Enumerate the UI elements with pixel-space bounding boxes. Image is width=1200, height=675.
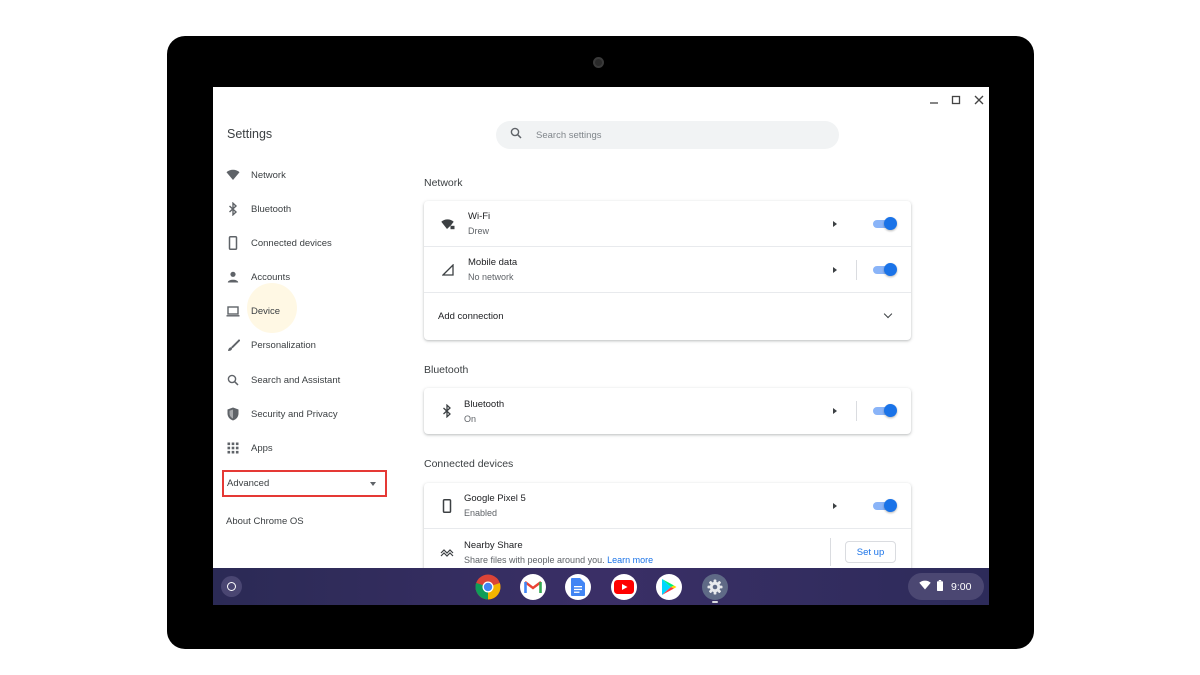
docs-icon[interactable]	[565, 574, 591, 600]
gmail-icon[interactable]	[520, 574, 546, 600]
active-app-indicator	[712, 601, 718, 603]
page-title: Settings	[227, 127, 273, 141]
play-store-icon[interactable]	[656, 574, 682, 600]
launcher-icon	[227, 582, 236, 591]
sidebar-item-label: Network	[251, 169, 286, 181]
search-input[interactable]	[536, 129, 796, 141]
sidebar-item-personalization[interactable]: Personalization	[225, 335, 390, 355]
sidebar-item-label: Security and Privacy	[251, 408, 338, 420]
nearby-setup-button[interactable]: Set up	[845, 541, 896, 563]
phone-icon	[440, 498, 454, 513]
chevron-down-icon	[883, 309, 893, 319]
add-connection-label: Add connection	[438, 310, 504, 322]
nearby-share-label: Nearby Share	[464, 539, 523, 551]
brush-icon	[225, 337, 241, 353]
network-section-title: Network	[424, 177, 463, 189]
youtube-icon[interactable]	[611, 574, 637, 600]
bluetooth-card: Bluetooth On	[424, 388, 911, 434]
wifi-row[interactable]: Wi-Fi Drew	[424, 201, 911, 247]
sidebar-item-label: Search and Assistant	[251, 374, 341, 386]
sidebar-item-security-and-privacy[interactable]: Security and Privacy	[225, 404, 390, 424]
settings-icon[interactable]	[702, 574, 728, 600]
bluetooth-icon	[440, 404, 454, 418]
arrow-right-icon[interactable]	[833, 220, 837, 227]
add-connection-row[interactable]: Add connection	[424, 293, 911, 339]
battery-icon	[937, 579, 943, 594]
bluetooth-row[interactable]: Bluetooth On	[424, 388, 911, 434]
divider	[856, 401, 857, 421]
nearby-description-text: Share files with people around you.	[464, 554, 605, 565]
search-icon	[225, 372, 241, 388]
pixel-toggle[interactable]	[873, 498, 897, 512]
chrome-icon[interactable]	[475, 574, 501, 600]
divider	[830, 538, 831, 566]
bluetooth-icon	[225, 201, 241, 217]
pixel-label: Google Pixel 5	[464, 493, 526, 504]
caret-down-icon	[370, 482, 376, 486]
bluetooth-status: On	[464, 413, 477, 424]
phone-icon	[225, 235, 241, 251]
sidebar-item-label: Bluetooth	[251, 203, 292, 215]
search-icon	[510, 126, 522, 144]
sidebar-item-label: Accounts	[251, 271, 291, 283]
wifi-icon	[225, 167, 241, 183]
wifi-label: Wi-Fi	[468, 211, 491, 222]
connected-devices-section-title: Connected devices	[424, 458, 514, 470]
settings-window: Settings Network Bluetooth Connected dev…	[213, 87, 989, 605]
close-icon[interactable]	[970, 91, 988, 109]
sidebar-item-accounts[interactable]: Accounts	[225, 267, 390, 287]
sidebar-item-search-and-assistant[interactable]: Search and Assistant	[225, 370, 390, 390]
person-icon	[225, 269, 241, 285]
divider	[856, 260, 857, 280]
wifi-status: Drew	[468, 226, 490, 236]
pixel-row[interactable]: Google Pixel 5 Enabled	[424, 483, 911, 529]
nearby-share-description: Share files with people around you. Lear…	[464, 555, 653, 565]
advanced-label: Advanced	[227, 478, 270, 489]
clock: 9:00	[951, 580, 972, 593]
sidebar-item-about[interactable]: About Chrome OS	[226, 516, 304, 527]
sidebar-item-network[interactable]: Network	[225, 165, 390, 185]
sidebar-item-device[interactable]: Device	[225, 301, 390, 321]
mobile-data-label: Mobile data	[468, 257, 518, 268]
bluetooth-section-title: Bluetooth	[424, 364, 469, 376]
sidebar-item-label: Connected devices	[251, 237, 332, 249]
signal-icon	[441, 263, 455, 277]
wifi-toggle[interactable]	[873, 216, 897, 230]
apps-grid-icon	[225, 440, 241, 456]
shelf: 9:00	[213, 568, 989, 605]
bluetooth-label: Bluetooth	[464, 398, 505, 410]
maximize-icon[interactable]	[947, 91, 965, 109]
launcher-button[interactable]	[221, 576, 242, 597]
status-tray[interactable]: 9:00	[908, 573, 984, 600]
shield-icon	[225, 406, 241, 422]
mobile-data-toggle[interactable]	[873, 262, 897, 276]
nearby-share-icon	[440, 545, 454, 559]
sidebar-advanced-toggle[interactable]: Advanced	[222, 470, 387, 497]
minimize-icon[interactable]	[925, 91, 943, 109]
sidebar-item-label: Personalization	[251, 339, 316, 351]
sidebar-item-apps[interactable]: Apps	[225, 438, 390, 458]
wifi-icon	[919, 580, 931, 593]
wifi-lock-icon	[441, 217, 455, 231]
network-card: Wi-Fi Drew Mobile data No network Add co…	[424, 201, 911, 340]
arrow-right-icon[interactable]	[833, 266, 837, 273]
sidebar-item-connected-devices[interactable]: Connected devices	[225, 233, 390, 253]
arrow-right-icon[interactable]	[833, 408, 837, 414]
sidebar-item-label: Device	[251, 305, 281, 317]
mobile-data-row[interactable]: Mobile data No network	[424, 247, 911, 293]
sidebar-item-label: Apps	[251, 442, 273, 454]
pixel-status: Enabled	[464, 508, 498, 518]
mobile-data-status: No network	[468, 272, 514, 282]
search-box[interactable]	[496, 121, 839, 149]
arrow-right-icon[interactable]	[833, 502, 837, 509]
learn-more-link[interactable]: Learn more	[607, 555, 653, 565]
bluetooth-toggle[interactable]	[873, 404, 897, 417]
camera-icon	[593, 57, 604, 68]
sidebar-item-bluetooth[interactable]: Bluetooth	[225, 199, 390, 219]
laptop-icon	[225, 303, 241, 319]
